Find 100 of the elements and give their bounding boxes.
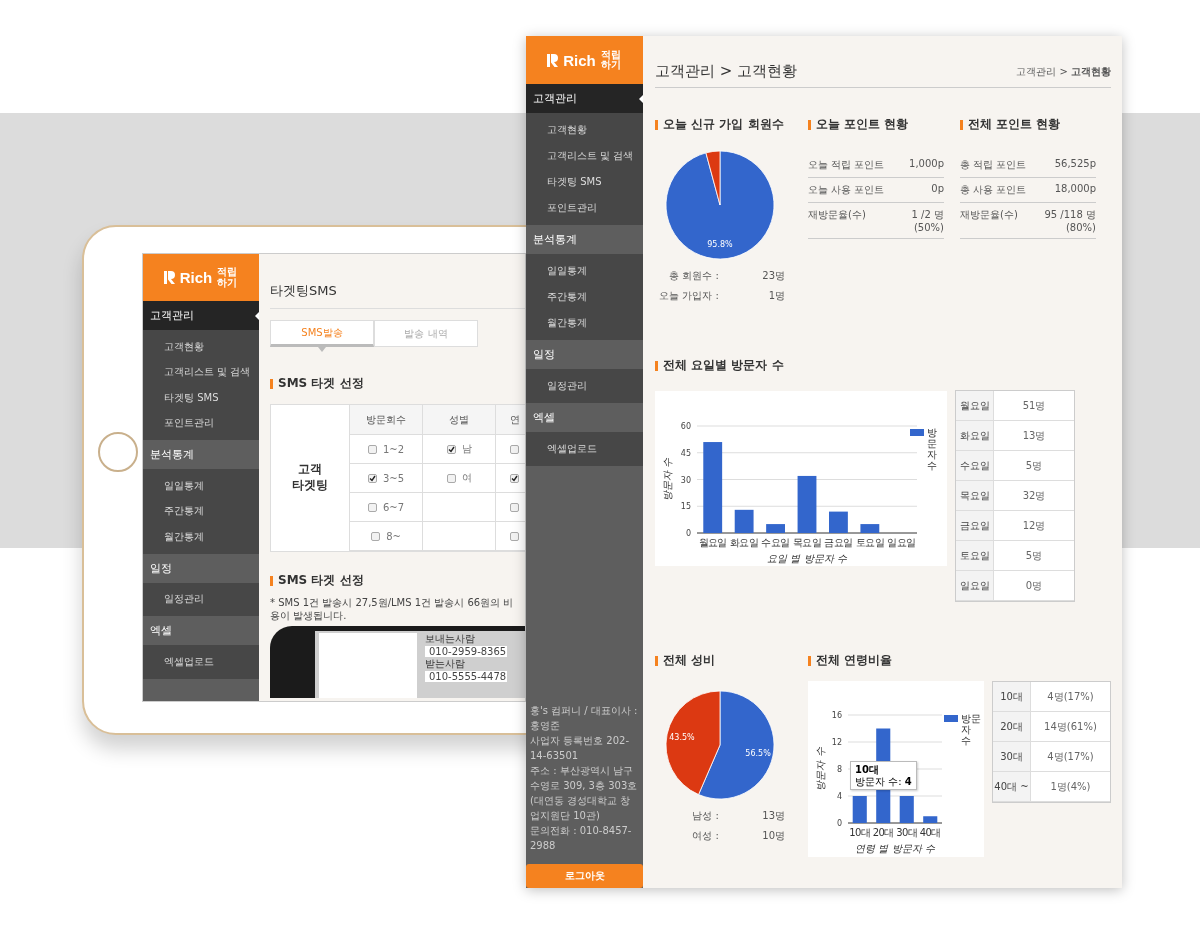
tick-label: 0 [685, 529, 691, 538]
column-header: 방문회수 [349, 405, 422, 435]
stat-value: 13명 [761, 809, 785, 823]
menu-item[interactable]: 주간통계 [143, 498, 259, 524]
checkbox[interactable] [510, 502, 519, 512]
tick-label: 12 [831, 738, 842, 747]
legend-label: 방문자 수 [961, 713, 982, 746]
receiver-field: 010-5555-4478 [425, 670, 507, 682]
active-marker-icon [639, 94, 643, 103]
checkbox[interactable] [510, 444, 519, 454]
menu-item[interactable]: 고객현황 [526, 117, 643, 143]
page-title: 타겟팅SMS [270, 254, 525, 309]
menu-group-header[interactable]: 고객관리 [526, 84, 643, 113]
table-cell: 12명 [994, 511, 1074, 541]
logo-icon [163, 271, 175, 284]
section-title: SMS 타겟 선정 [270, 375, 525, 392]
bar [899, 796, 914, 823]
row-header: 20대 [993, 712, 1031, 742]
checkbox[interactable] [446, 444, 456, 454]
tooltip-title: 10대 [855, 764, 880, 776]
bar [852, 796, 867, 823]
category-label: 10대 [849, 827, 871, 838]
checkbox[interactable] [446, 473, 456, 483]
bar [734, 509, 754, 533]
category-label: 토요일 [855, 537, 884, 548]
field-label: 받는사람 [425, 658, 466, 670]
menu-item[interactable]: 고객리스트 및 검색 [143, 359, 259, 385]
section-title: 전체 요일별 방문자 수 [655, 357, 955, 374]
checkbox[interactable] [367, 444, 377, 454]
point-value: 95 /118 명 [1044, 208, 1096, 222]
axis-title: 연령 별 방문자 수 [855, 843, 935, 854]
slice-label: 43.5% [669, 733, 695, 743]
table-cell: 4명(17%) [1031, 742, 1110, 772]
table-cell: 5명 [994, 451, 1074, 481]
footer-text: 문의전화 : 010-8457-2988 [530, 824, 633, 853]
menu-item[interactable]: 주간통계 [526, 284, 643, 310]
section-title: 전체 연령비율 [808, 652, 1111, 669]
tick-label: 60 [680, 422, 691, 431]
page-title: 고객관리 > 고객현황 [655, 62, 798, 81]
checkbox-label: 3~5 [382, 472, 405, 484]
checkbox[interactable] [367, 502, 377, 512]
stat-value: 10명 [761, 829, 785, 843]
point-label: 재방문율(수) [808, 208, 866, 222]
notice-text: * SMS 1건 발송시 27,5원/LMS 1건 발송시 66원의 비용이 발생됩니다. [270, 597, 515, 622]
stat-label: 남성 : [691, 809, 720, 823]
menu-item[interactable]: 일일통계 [143, 473, 259, 499]
checkbox[interactable] [367, 473, 377, 483]
tick-label: 30 [680, 475, 691, 485]
menu-item[interactable]: 월간통계 [526, 310, 643, 336]
menu-item[interactable]: 포인트관리 [526, 195, 643, 221]
row-header: 수요일 [956, 451, 994, 481]
row-header: 30대 [993, 742, 1031, 772]
section-title: 전체 포인트 현황 [960, 116, 1111, 133]
axis-title: 방문자 수 [815, 747, 826, 791]
menu-item[interactable]: 고객리스트 및 검색 [526, 143, 643, 169]
menu-item[interactable]: 일일통계 [526, 258, 643, 284]
category-label: 금요일 [824, 537, 853, 548]
tick-label: 8 [836, 765, 842, 774]
point-value: 1,000p [909, 158, 944, 169]
point-note: (80%) [1065, 222, 1096, 233]
menu-group-header[interactable]: 고객관리 [143, 301, 259, 330]
logo-tagline: 적립 하기 [217, 267, 239, 288]
checkbox[interactable] [510, 473, 519, 483]
menu-item[interactable]: 포인트관리 [143, 410, 259, 436]
column-header: 연 [495, 405, 525, 435]
category-label: 화요일 [730, 537, 759, 548]
point-label: 재방문율(수) [960, 208, 1018, 222]
table-cell: 51명 [994, 391, 1074, 421]
tooltip-text: 방문자 수: 4 [855, 775, 912, 787]
menu-item[interactable]: 타겟팅 SMS [143, 385, 259, 411]
breadcrumb: 고객관리 > 고객현황 [1016, 65, 1111, 79]
stat-label: 오늘 가입자 : [658, 289, 720, 303]
point-value: 56,525p [1054, 158, 1096, 169]
row-header: 금요일 [956, 511, 994, 541]
point-label: 오늘 사용 포인트 [808, 183, 885, 197]
table-cell: 13명 [994, 421, 1074, 451]
checkbox-label: 여 [461, 471, 472, 485]
category-label: 20대 [872, 827, 894, 838]
checkbox[interactable] [510, 531, 519, 541]
point-label: 총 적립 포인트 [960, 158, 1027, 172]
logo-icon [547, 53, 559, 67]
sender-field: 010-2959-8365 [425, 645, 507, 657]
row-header: 월요일 [956, 391, 994, 421]
axis-title: 요일 별 방문자 수 [767, 553, 847, 564]
footer-text: 사업자 등록번호 202-14-63501 [530, 734, 631, 763]
table-cell: 14명(61%) [1031, 712, 1110, 742]
menu-item[interactable]: 월간통계 [143, 524, 259, 550]
checkbox[interactable] [371, 531, 381, 541]
row-header: 화요일 [956, 421, 994, 451]
tick-label: 15 [680, 502, 691, 512]
table-cell: 32명 [994, 481, 1074, 511]
slice-label: 56.5% [745, 748, 771, 758]
table-cell: 5명 [994, 541, 1074, 571]
footer-text: 주소 : 부산광역시 남구 수영로 309, 3층 303호(대연동 경성대학교 창업지원단 10관) [530, 764, 639, 823]
section-title: 전체 성비 [655, 652, 808, 669]
bar [923, 816, 938, 823]
active-marker-icon [255, 311, 259, 320]
menu-item[interactable]: 고객현황 [143, 334, 259, 360]
menu-item[interactable]: 타겟팅 SMS [526, 169, 643, 195]
point-label: 오늘 적립 포인트 [808, 158, 885, 172]
